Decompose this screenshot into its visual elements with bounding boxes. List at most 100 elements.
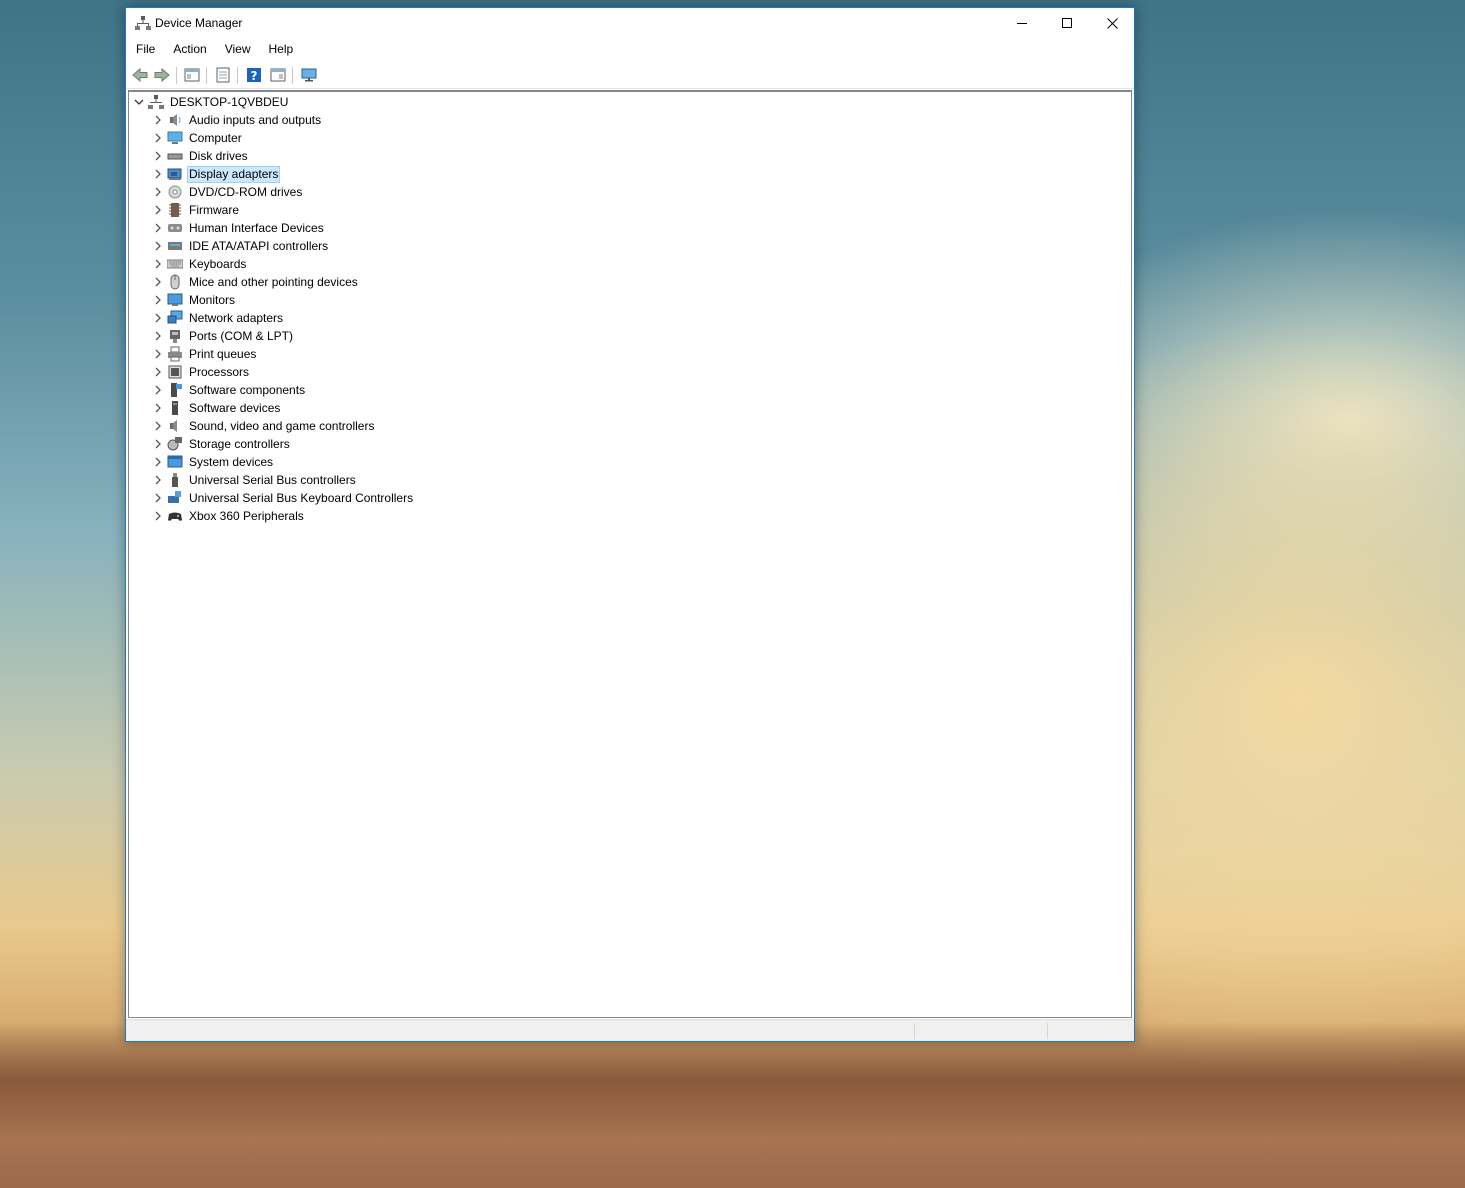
- mouse-icon: [167, 274, 183, 290]
- tree-item[interactable]: IDE ATA/ATAPI controllers: [152, 237, 330, 255]
- chevron-right-icon[interactable]: [152, 381, 164, 399]
- tree-item-label: Processors: [189, 364, 250, 379]
- tree-item[interactable]: Software devices: [152, 399, 282, 417]
- menu-help[interactable]: Help: [259, 39, 302, 61]
- close-button[interactable]: [1089, 8, 1135, 38]
- device-tree[interactable]: DESKTOP-1QVBDEU Audio inputs and outputs…: [128, 90, 1132, 1018]
- storage-controller-icon: [167, 436, 183, 452]
- chevron-right-icon[interactable]: [152, 327, 164, 345]
- ide-controller-icon: [167, 238, 183, 254]
- tree-item[interactable]: Computer: [152, 129, 244, 147]
- tree-item-label: Audio inputs and outputs: [189, 112, 322, 127]
- chevron-right-icon[interactable]: [152, 165, 164, 183]
- chevron-right-icon[interactable]: [152, 435, 164, 453]
- chevron-right-icon[interactable]: [152, 255, 164, 273]
- tree-item-label: Network adapters: [189, 310, 284, 325]
- system-device-icon: [167, 454, 183, 470]
- chevron-right-icon[interactable]: [152, 399, 164, 417]
- tree-item-label: Mice and other pointing devices: [189, 274, 358, 289]
- chevron-right-icon[interactable]: [152, 129, 164, 147]
- tree-item[interactable]: Audio inputs and outputs: [152, 111, 323, 129]
- tree-item[interactable]: Sound, video and game controllers: [152, 417, 376, 435]
- tree-item[interactable]: Universal Serial Bus controllers: [152, 471, 358, 489]
- disk-drive-icon: [167, 148, 183, 164]
- usb-icon: [167, 472, 183, 488]
- toolbar: ?: [126, 63, 1134, 89]
- properties-icon: [216, 67, 230, 83]
- tree-root[interactable]: DESKTOP-1QVBDEU: [133, 93, 290, 111]
- firmware-icon: [167, 202, 183, 218]
- device-manager-window: Device Manager File Action View Help ? D…: [125, 7, 1135, 1042]
- printer-icon: [167, 346, 183, 362]
- tree-item[interactable]: Storage controllers: [152, 435, 292, 453]
- window-title: Device Manager: [155, 16, 243, 30]
- chevron-right-icon[interactable]: [152, 363, 164, 381]
- chevron-right-icon[interactable]: [152, 273, 164, 291]
- chevron-right-icon[interactable]: [152, 291, 164, 309]
- chevron-right-icon[interactable]: [152, 111, 164, 129]
- network-adapter-icon: [167, 310, 183, 326]
- sound-icon: [167, 418, 183, 434]
- tree-item[interactable]: Software components: [152, 381, 307, 399]
- tree-item[interactable]: Xbox 360 Peripherals: [152, 507, 306, 525]
- back-button[interactable]: [130, 65, 150, 85]
- tree-item[interactable]: Human Interface Devices: [152, 219, 326, 237]
- computer-icon: [167, 130, 183, 146]
- menu-view[interactable]: View: [215, 39, 259, 61]
- tree-item[interactable]: DVD/CD-ROM drives: [152, 183, 304, 201]
- tree-item-label: Print queues: [189, 346, 257, 361]
- tree-item[interactable]: Mice and other pointing devices: [152, 273, 360, 291]
- tree-root-label: DESKTOP-1QVBDEU: [170, 94, 289, 109]
- svg-text:?: ?: [251, 69, 258, 83]
- tree-item-label: Ports (COM & LPT): [189, 328, 294, 343]
- tree-item[interactable]: Disk drives: [152, 147, 250, 165]
- chevron-right-icon[interactable]: [152, 507, 164, 525]
- chevron-right-icon[interactable]: [152, 309, 164, 327]
- chevron-down-icon[interactable]: [133, 93, 145, 111]
- chevron-right-icon[interactable]: [152, 147, 164, 165]
- tree-item[interactable]: Firmware: [152, 201, 241, 219]
- tree-item[interactable]: Keyboards: [152, 255, 248, 273]
- chevron-right-icon[interactable]: [152, 345, 164, 363]
- tree-item[interactable]: Universal Serial Bus Keyboard Controller…: [152, 489, 415, 507]
- title-bar[interactable]: Device Manager: [126, 8, 1134, 38]
- tree-item[interactable]: System devices: [152, 453, 275, 471]
- forward-button[interactable]: [152, 65, 172, 85]
- scan-hardware-button[interactable]: [299, 65, 319, 85]
- status-bar-separator: [1047, 1023, 1048, 1039]
- tree-item[interactable]: Ports (COM & LPT): [152, 327, 295, 345]
- minimize-button[interactable]: [999, 8, 1045, 38]
- maximize-icon: [1062, 18, 1072, 28]
- software-component-icon: [167, 382, 183, 398]
- chevron-right-icon[interactable]: [152, 219, 164, 237]
- properties-button[interactable]: [213, 65, 233, 85]
- chevron-right-icon[interactable]: [152, 453, 164, 471]
- chevron-right-icon[interactable]: [152, 417, 164, 435]
- chevron-right-icon[interactable]: [152, 201, 164, 219]
- show-hide-console-tree-icon: [184, 68, 200, 82]
- tree-item[interactable]: Display adapters: [152, 165, 281, 183]
- chevron-right-icon[interactable]: [152, 183, 164, 201]
- action-pane-button[interactable]: [268, 65, 288, 85]
- tree-item[interactable]: Network adapters: [152, 309, 285, 327]
- tree-item-label: Monitors: [189, 292, 236, 307]
- tree-item-label: Sound, video and game controllers: [189, 418, 375, 433]
- chevron-right-icon[interactable]: [152, 471, 164, 489]
- tree-item-label: Computer: [189, 130, 242, 145]
- show-hide-console-tree-button[interactable]: [182, 65, 202, 85]
- menu-action[interactable]: Action: [163, 39, 214, 61]
- chevron-right-icon[interactable]: [152, 489, 164, 507]
- toolbar-separator: [292, 67, 293, 84]
- chevron-right-icon[interactable]: [152, 237, 164, 255]
- help-button[interactable]: ?: [244, 65, 264, 85]
- tree-item[interactable]: Processors: [152, 363, 251, 381]
- tree-item-label: Human Interface Devices: [189, 220, 324, 235]
- tree-item-label: Display adapters: [187, 165, 281, 183]
- menu-file[interactable]: File: [126, 39, 163, 61]
- usb-keyboard-icon: [167, 490, 183, 506]
- maximize-button[interactable]: [1044, 8, 1090, 38]
- tree-item[interactable]: Print queues: [152, 345, 258, 363]
- toolbar-separator: [206, 67, 207, 84]
- tree-item[interactable]: Monitors: [152, 291, 237, 309]
- display-adapter-icon: [167, 166, 183, 182]
